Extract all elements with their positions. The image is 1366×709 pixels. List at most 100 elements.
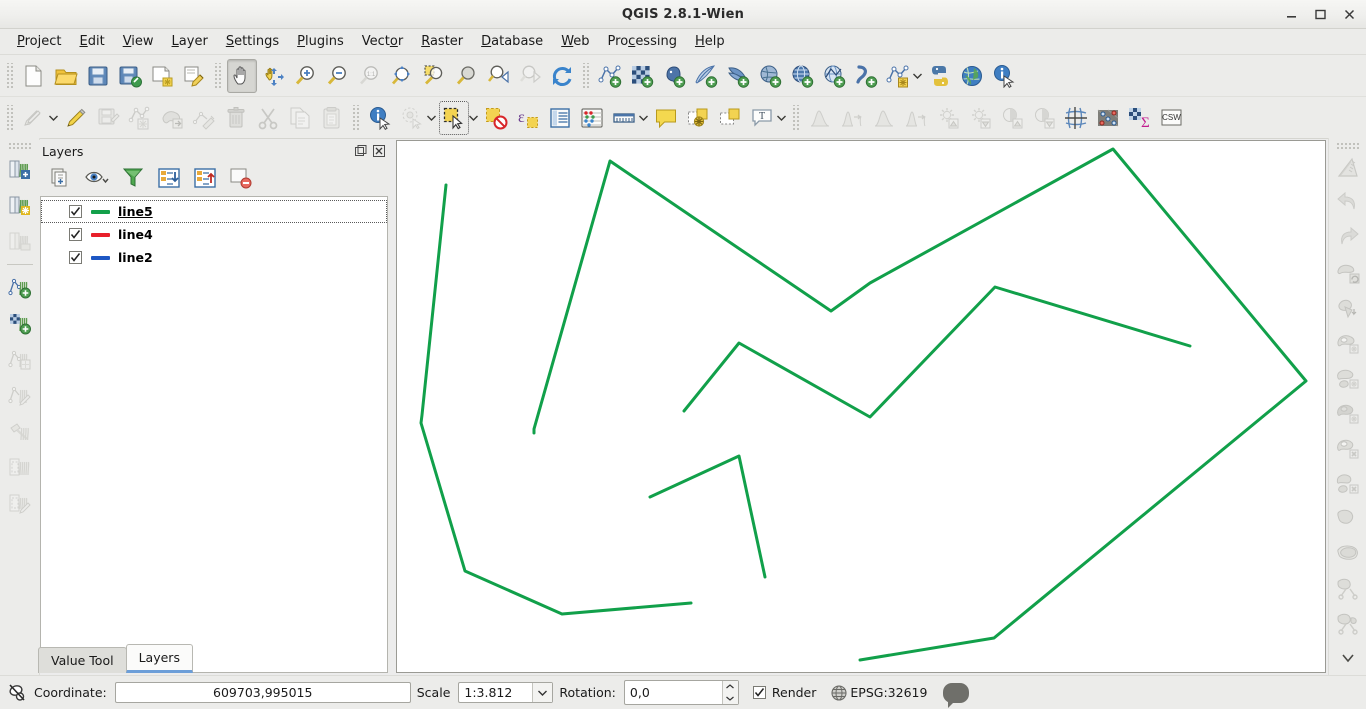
pan-to-selection-icon[interactable]: [259, 59, 289, 93]
toggle-editing-icon[interactable]: [61, 101, 91, 135]
zoom-full-icon[interactable]: [387, 59, 417, 93]
add-group-icon[interactable]: [48, 165, 74, 191]
save-project-as-icon[interactable]: [115, 59, 145, 93]
zonal-statistics-icon[interactable]: Σ: [1125, 101, 1155, 135]
toolbar-grip[interactable]: [582, 62, 590, 89]
remove-layer-icon[interactable]: [228, 165, 254, 191]
menu-edit[interactable]: Edit: [71, 31, 114, 52]
add-wfs-layer-icon[interactable]: [787, 59, 817, 93]
pan-map-icon[interactable]: [227, 58, 257, 93]
measure-line-icon[interactable]: [609, 101, 639, 135]
log-messages-icon[interactable]: [943, 682, 970, 708]
raster-points-icon[interactable]: [1093, 101, 1123, 135]
layer-tree[interactable]: line5 line4 line2: [40, 196, 388, 673]
zoom-to-layer-icon[interactable]: [451, 59, 481, 93]
menu-project[interactable]: Project: [8, 31, 71, 52]
metasearch-icon[interactable]: [957, 59, 987, 93]
layer-visibility-checkbox[interactable]: [69, 205, 82, 218]
expand-all-icon[interactable]: [156, 165, 182, 191]
chevron-down-icon[interactable]: [532, 683, 553, 702]
zoom-out-icon[interactable]: [323, 59, 353, 93]
open-attribute-table-icon[interactable]: [545, 101, 575, 135]
render-checkbox[interactable]: [752, 686, 766, 699]
toolbar-overflow-icon[interactable]: [1331, 641, 1365, 674]
add-wms-layer-icon[interactable]: [819, 59, 849, 93]
dock-tab[interactable]: Layers: [125, 644, 193, 673]
composer-manager-icon[interactable]: [179, 59, 209, 93]
map-canvas[interactable]: [396, 140, 1326, 673]
identify-icon[interactable]: [365, 101, 395, 135]
grass-add-vector-icon[interactable]: [3, 270, 37, 304]
menu-raster[interactable]: Raster: [412, 31, 472, 52]
dock-tab[interactable]: Value Tool: [38, 647, 127, 673]
select-by-expression-icon[interactable]: ε: [513, 101, 543, 135]
grass-open-mapset-icon[interactable]: [3, 152, 37, 186]
toolbar-grip[interactable]: [352, 104, 360, 131]
filter-legend-icon[interactable]: [120, 165, 146, 191]
menu-vector[interactable]: Vector: [353, 31, 412, 52]
chevron-up-icon[interactable]: [723, 681, 738, 693]
add-spatialite-layer-icon[interactable]: [691, 59, 721, 93]
maximize-button[interactable]: [1307, 3, 1333, 25]
new-shapefile-layer-icon[interactable]: [883, 59, 913, 93]
toolbar-grip[interactable]: [792, 104, 800, 131]
menu-plugins[interactable]: Plugins: [288, 31, 353, 52]
rotation-stepper[interactable]: [721, 681, 738, 705]
toolbar-grip[interactable]: [1335, 142, 1360, 150]
grass-new-mapset-icon[interactable]: [3, 188, 37, 222]
menu-layer[interactable]: Layer: [163, 31, 217, 52]
toolbar-grip[interactable]: [6, 62, 14, 89]
zoom-last-icon[interactable]: [483, 59, 513, 93]
menu-help[interactable]: Help: [686, 31, 734, 52]
add-mssql-layer-icon[interactable]: [723, 59, 753, 93]
close-button[interactable]: [1336, 3, 1362, 25]
chevron-down-icon[interactable]: [723, 693, 738, 705]
zoom-to-selection-icon[interactable]: [419, 59, 449, 93]
new-print-composer-icon[interactable]: [147, 59, 177, 93]
move-annotation-icon[interactable]: [715, 101, 745, 135]
rotation-spinbox[interactable]: 0,0: [623, 680, 739, 705]
add-vector-layer-icon[interactable]: [595, 59, 625, 93]
scale-combo[interactable]: 1:3.812: [458, 682, 554, 703]
add-postgis-layer-icon[interactable]: [659, 59, 689, 93]
grass-add-raster-icon[interactable]: [3, 306, 37, 340]
refresh-icon[interactable]: [547, 59, 577, 93]
close-panel-icon[interactable]: [371, 144, 386, 159]
coordinate-input[interactable]: 609703,995015: [114, 682, 411, 703]
open-project-icon[interactable]: [51, 59, 81, 93]
toolbar-grip[interactable]: [6, 104, 14, 131]
menu-web[interactable]: Web: [552, 31, 598, 52]
layer-tree-item[interactable]: line4: [41, 223, 387, 246]
layer-visibility-checkbox[interactable]: [69, 251, 82, 264]
csw-icon[interactable]: CSW: [1157, 101, 1187, 135]
layer-tree-item[interactable]: line5: [41, 200, 387, 223]
python-console-icon[interactable]: [925, 59, 955, 93]
manage-visibility-icon[interactable]: [84, 165, 110, 191]
add-raster-layer-icon[interactable]: [627, 59, 657, 93]
add-wcs-layer-icon[interactable]: [755, 59, 785, 93]
layer-visibility-checkbox[interactable]: [69, 228, 82, 241]
georeferencer-icon[interactable]: [1061, 101, 1091, 135]
menu-settings[interactable]: Settings: [217, 31, 288, 52]
save-project-icon[interactable]: [83, 59, 113, 93]
map-tips-icon[interactable]: [651, 101, 681, 135]
layer-tree-item[interactable]: line2: [41, 246, 387, 269]
menu-view[interactable]: View: [114, 31, 163, 52]
float-panel-icon[interactable]: [353, 144, 368, 159]
identify-features-icon[interactable]: [989, 59, 1019, 93]
crs-globe-icon[interactable]: [828, 682, 850, 704]
menu-database[interactable]: Database: [472, 31, 552, 52]
collapse-all-icon[interactable]: [192, 165, 218, 191]
deselect-all-icon[interactable]: [481, 101, 511, 135]
field-calculator-icon[interactable]: [577, 101, 607, 135]
new-annotation-icon[interactable]: [683, 101, 713, 135]
text-annotation-icon[interactable]: T: [747, 101, 777, 135]
toolbar-grip[interactable]: [214, 62, 222, 89]
menu-processing[interactable]: Processing: [599, 31, 686, 52]
new-project-icon[interactable]: [19, 59, 49, 93]
zoom-in-icon[interactable]: [291, 59, 321, 93]
select-features-icon[interactable]: [439, 100, 469, 135]
messages-icon[interactable]: [6, 682, 28, 704]
crs-label[interactable]: EPSG:32619: [850, 685, 927, 700]
minimize-button[interactable]: [1278, 3, 1304, 25]
